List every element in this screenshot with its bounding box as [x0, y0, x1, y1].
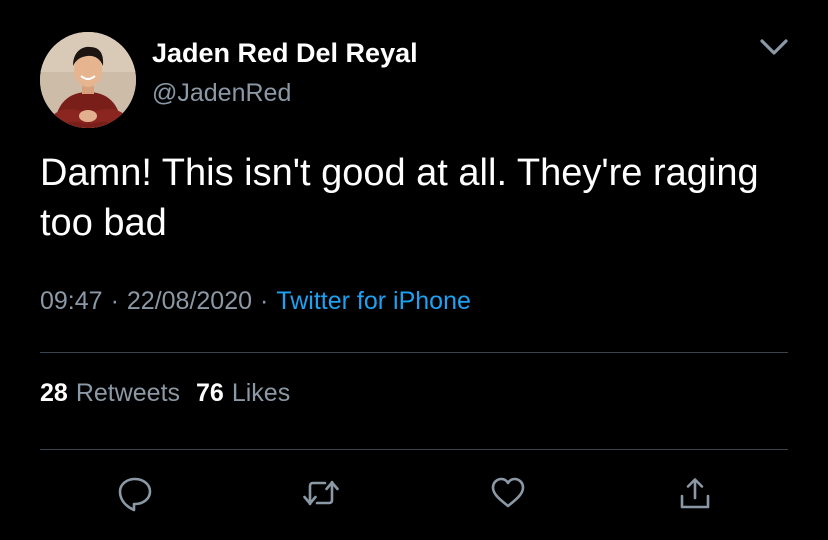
tweet-source-link[interactable]: Twitter for iPhone: [276, 287, 471, 315]
reply-icon[interactable]: [115, 470, 155, 516]
share-icon[interactable]: [675, 470, 715, 516]
tweet-detail: Jaden Red Del Reyal @JadenRed Damn! This…: [0, 0, 828, 540]
retweets-stat[interactable]: 28 Retweets: [40, 379, 196, 407]
chevron-down-icon[interactable]: [756, 34, 792, 60]
divider: [40, 352, 788, 353]
tweet-meta: 09:47 · 22/08/2020 · Twitter for iPhone: [40, 287, 471, 316]
likes-count: 76: [196, 379, 224, 407]
author-display-name[interactable]: Jaden Red Del Reyal: [152, 38, 418, 69]
retweets-count: 28: [40, 379, 68, 407]
meta-separator: ·: [110, 287, 119, 315]
tweet-text: Damn! This isn't good at all. They're ra…: [40, 152, 759, 244]
author-handle[interactable]: @JadenRed: [152, 79, 291, 108]
likes-label: Likes: [231, 379, 291, 407]
likes-stat[interactable]: 76 Likes: [196, 379, 306, 407]
divider: [40, 449, 788, 450]
action-bar: [0, 470, 828, 516]
avatar[interactable]: [40, 32, 136, 128]
heart-icon[interactable]: [488, 470, 528, 516]
meta-separator: ·: [260, 287, 269, 315]
tweet-time: 09:47: [40, 287, 103, 315]
retweets-label: Retweets: [75, 379, 181, 407]
engagement-stats: 28 Retweets 76 Likes: [40, 379, 306, 408]
tweet-date: 22/08/2020: [126, 287, 253, 315]
retweet-icon[interactable]: [301, 470, 341, 516]
